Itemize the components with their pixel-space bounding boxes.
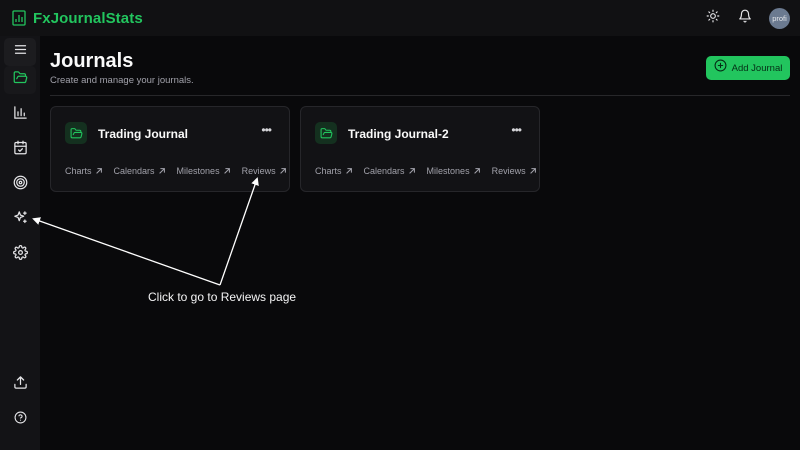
more-options-icon[interactable]: ••• — [511, 124, 522, 136]
notifications-button[interactable] — [735, 8, 755, 28]
target-icon — [13, 175, 28, 195]
journal-link-reviews[interactable]: Reviews — [242, 166, 287, 176]
link-label: Calendars — [363, 166, 405, 176]
sidebar-item-milestones[interactable] — [4, 171, 36, 199]
journal-link-calendars[interactable]: Calendars — [114, 166, 166, 176]
page-title: Journals — [50, 50, 134, 72]
link-label: Milestones — [426, 166, 470, 176]
journal-folder-icon — [65, 122, 87, 144]
sun-icon — [706, 9, 720, 28]
app-name: FxJournalStats — [33, 9, 143, 27]
page-subtitle: Create and manage your journals. — [50, 75, 194, 86]
sidebar-item-journals[interactable] — [4, 66, 36, 94]
journal-link-milestones[interactable]: Milestones — [177, 166, 231, 176]
journal-title[interactable]: Trading Journal — [98, 127, 188, 141]
help-circle-icon — [14, 411, 27, 429]
gear-icon — [12, 245, 28, 265]
link-label: Reviews — [491, 166, 526, 176]
journal-card: Trading Journal-2 ••• Charts Calendars M… — [300, 106, 540, 192]
sidebar-item-help[interactable] — [4, 406, 36, 434]
sidebar-item-calendars[interactable] — [4, 136, 36, 164]
sparkles-icon — [13, 210, 28, 230]
more-options-icon[interactable]: ••• — [261, 124, 272, 136]
theme-toggle-button[interactable] — [703, 8, 723, 28]
arrow-up-right-icon — [158, 167, 166, 175]
annotation-text: Click to go to Reviews page — [148, 290, 297, 304]
link-label: Reviews — [241, 166, 276, 176]
brand[interactable]: FxJournalStats — [12, 10, 143, 27]
add-journal-label: Add Journal — [731, 62, 783, 74]
journal-link-calendars[interactable]: Calendars — [364, 166, 416, 176]
link-label: Milestones — [176, 166, 220, 176]
arrow-up-right-icon — [279, 167, 287, 175]
sidebar-item-charts[interactable] — [4, 101, 36, 129]
journal-folder-icon — [315, 122, 337, 144]
arrow-up-right-icon — [473, 167, 481, 175]
arrow-up-right-icon — [408, 167, 416, 175]
avatar[interactable]: profi — [769, 7, 790, 29]
journal-card: Trading Journal ••• Charts Calendars Mil… — [50, 106, 290, 192]
journal-link-reviews[interactable]: Reviews — [492, 166, 537, 176]
plus-circle-icon — [714, 59, 727, 77]
sidebar-menu-toggle[interactable] — [4, 38, 36, 66]
journal-link-charts[interactable]: Charts — [65, 166, 103, 176]
sidebar-item-settings[interactable] — [4, 241, 36, 269]
arrow-up-right-icon — [223, 167, 231, 175]
journal-link-charts[interactable]: Charts — [315, 166, 353, 176]
link-label: Charts — [65, 166, 92, 176]
arrow-up-right-icon — [529, 167, 537, 175]
bell-icon — [738, 9, 752, 28]
menu-icon — [13, 42, 28, 62]
link-label: Calendars — [113, 166, 155, 176]
sidebar — [0, 36, 40, 450]
calendar-check-icon — [13, 140, 28, 160]
top-bar: FxJournalStats profi — [0, 0, 800, 36]
arrow-up-right-icon — [345, 167, 353, 175]
add-journal-button[interactable]: Add Journal — [706, 56, 790, 80]
folder-open-icon — [13, 70, 28, 90]
upload-icon — [13, 375, 28, 395]
link-label: Charts — [315, 166, 342, 176]
journal-title[interactable]: Trading Journal-2 — [348, 127, 449, 141]
bar-chart-logo-icon — [12, 10, 26, 26]
bar-chart-icon — [13, 105, 28, 125]
sidebar-item-upload[interactable] — [4, 371, 36, 399]
sidebar-item-reviews[interactable] — [4, 206, 36, 234]
header-divider — [50, 95, 790, 96]
arrow-up-right-icon — [95, 167, 103, 175]
journal-link-milestones[interactable]: Milestones — [427, 166, 481, 176]
